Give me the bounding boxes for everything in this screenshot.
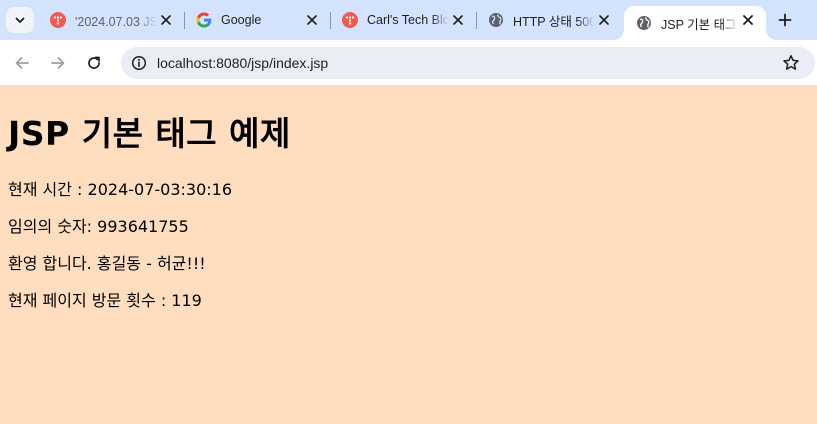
chevron-down-icon xyxy=(15,17,25,23)
page-content: JSP 기본 태그 예제 현재 시간 : 2024-07-03:30:16 임의… xyxy=(0,87,817,424)
welcome-text: 환영 합니다. 홍길동 - 허균!!! xyxy=(8,254,206,273)
globe-icon xyxy=(636,15,652,31)
forward-button[interactable] xyxy=(44,49,72,77)
globe-icon xyxy=(488,12,504,28)
close-icon[interactable] xyxy=(304,12,320,28)
tab-2-title: Google xyxy=(221,13,262,27)
tistory-icon xyxy=(50,12,66,28)
tab-strip: '2024.07.03 JSP 기본 태그 Google Carl's Tech… xyxy=(0,0,817,40)
random-number-text: 임의의 숫자: 993641755 xyxy=(8,217,189,236)
page-title: JSP 기본 태그 예제 xyxy=(8,114,291,153)
tab-1[interactable]: '2024.07.03 JSP 기본 태그 xyxy=(38,0,184,40)
tab-2[interactable]: Google xyxy=(184,0,330,40)
close-icon[interactable] xyxy=(740,12,756,28)
plus-icon xyxy=(778,13,792,27)
reload-icon xyxy=(88,56,100,69)
browser-toolbar: localhost:8080/jsp/index.jsp xyxy=(0,40,817,86)
google-icon xyxy=(196,12,212,28)
tistory-icon xyxy=(342,12,358,28)
site-info-icon[interactable] xyxy=(127,51,151,75)
address-bar[interactable]: localhost:8080/jsp/index.jsp xyxy=(121,47,815,79)
close-icon[interactable] xyxy=(450,12,466,28)
arrow-left-icon xyxy=(15,57,29,69)
bookmark-star-icon[interactable] xyxy=(779,51,803,75)
arrow-right-icon xyxy=(51,57,65,69)
close-icon[interactable] xyxy=(596,12,612,28)
tab-5-active[interactable]: JSP 기본 태그 예제 xyxy=(614,6,776,40)
back-button[interactable] xyxy=(8,49,36,77)
tab-5-title: JSP 기본 태그 예제 xyxy=(661,17,739,32)
close-icon[interactable] xyxy=(158,12,174,28)
url-text[interactable]: localhost:8080/jsp/index.jsp xyxy=(157,55,328,71)
new-tab-button[interactable] xyxy=(773,8,797,32)
tab-4-title: HTTP 상태 500 xyxy=(513,14,595,29)
tab-1-title: '2024.07.03 JSP 기본 태그 xyxy=(75,14,157,29)
reload-button[interactable] xyxy=(80,49,108,77)
tab-3[interactable]: Carl's Tech Blog xyxy=(330,0,476,40)
tab-search-button[interactable] xyxy=(6,7,34,33)
current-time-text: 현재 시간 : 2024-07-03:30:16 xyxy=(8,180,233,199)
tab-4[interactable]: HTTP 상태 500 xyxy=(476,0,622,40)
visit-count-text: 현재 페이지 방문 횟수 : 119 xyxy=(8,291,202,310)
tab-3-title: Carl's Tech Blog xyxy=(367,13,449,27)
